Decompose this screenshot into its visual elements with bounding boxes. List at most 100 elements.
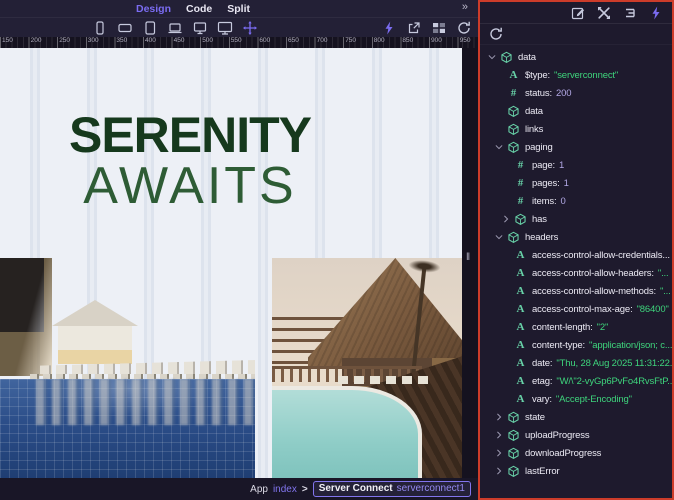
tree-value: "Accept-Encoding" bbox=[556, 394, 632, 405]
desktop-large-icon[interactable] bbox=[217, 20, 233, 36]
tab-code[interactable]: Code bbox=[186, 3, 212, 15]
selected-component-type: Server Connect bbox=[319, 483, 393, 494]
tree-row-access-control-allow-methods[interactable]: Aaccess-control-allow-methods:"... bbox=[480, 282, 672, 300]
canvas-row: SERENITY AWAITS bbox=[0, 48, 478, 478]
data-bindings-panel: dataA$type:"serverconnect"#status:200dat… bbox=[478, 0, 674, 500]
tree-key: content-length: bbox=[532, 322, 593, 333]
object-icon bbox=[513, 213, 528, 226]
chevron-right-icon[interactable] bbox=[492, 412, 506, 422]
chevron-right-icon[interactable] bbox=[492, 430, 506, 440]
phone-portrait-icon[interactable] bbox=[92, 20, 108, 36]
tree-value: "86400" bbox=[637, 304, 669, 315]
chevron-down-icon[interactable] bbox=[492, 232, 506, 242]
ruler-tick-label: 950 bbox=[460, 37, 471, 44]
breadcrumb-separator: > bbox=[302, 484, 308, 495]
foreground-pavilion bbox=[0, 258, 52, 376]
tree-key: content-type: bbox=[532, 340, 585, 351]
object-icon bbox=[506, 105, 521, 118]
string-type-icon: A bbox=[513, 339, 528, 351]
tree-row-etag[interactable]: Aetag:"W/\"2-vyGp6PvFo4RvsFtP... bbox=[480, 372, 672, 390]
string-type-icon: A bbox=[513, 375, 528, 387]
object-icon bbox=[499, 51, 514, 64]
hero-line-serenity: SERENITY bbox=[0, 110, 380, 160]
tree-row-content-type[interactable]: Acontent-type: "application/json; c... bbox=[480, 336, 672, 354]
ruler-tick-label: 600 bbox=[259, 37, 270, 44]
tree-value: 200 bbox=[556, 88, 571, 99]
number-type-icon: # bbox=[513, 195, 528, 207]
tree-key: access-control-allow-credentials... bbox=[532, 250, 670, 261]
tree-row-content-length[interactable]: Acontent-length:"2" bbox=[480, 318, 672, 336]
tree-value: "application/json; c... bbox=[589, 340, 672, 351]
tree-row-pages[interactable]: #pages:1 bbox=[480, 174, 672, 192]
desktop-icon[interactable] bbox=[192, 20, 208, 36]
tab-split[interactable]: Split bbox=[227, 3, 250, 15]
panel-divider: ‖ bbox=[462, 48, 478, 478]
tree-row-items[interactable]: #items:0 bbox=[480, 192, 672, 210]
tab-design[interactable]: Design bbox=[136, 3, 171, 15]
lightning-icon[interactable] bbox=[381, 20, 397, 36]
phone-landscape-icon[interactable] bbox=[117, 20, 133, 36]
tree-key: links bbox=[525, 124, 543, 135]
tree-row-access-control-max-age[interactable]: Aaccess-control-max-age:"86400" bbox=[480, 300, 672, 318]
tablet-icon[interactable] bbox=[142, 20, 158, 36]
tree-key: items: bbox=[532, 196, 556, 207]
chevron-right-icon[interactable] bbox=[492, 466, 506, 476]
divider-drag-handle[interactable]: ‖ bbox=[466, 252, 471, 263]
filter-icon[interactable] bbox=[622, 5, 638, 21]
tree-row-lastError[interactable]: lastError bbox=[480, 462, 672, 480]
grid-blocks-icon[interactable] bbox=[431, 20, 447, 36]
selected-component-badge[interactable]: Server Connect serverconnect1 bbox=[313, 481, 471, 497]
view-mode-bar: Design Code Split » bbox=[0, 0, 478, 17]
laptop-icon[interactable] bbox=[167, 20, 183, 36]
chevron-down-icon[interactable] bbox=[492, 142, 506, 152]
tree-row-$type[interactable]: A$type:"serverconnect" bbox=[480, 66, 672, 84]
hero-heading[interactable]: SERENITY AWAITS bbox=[0, 110, 380, 212]
chevron-down-icon[interactable] bbox=[485, 52, 499, 62]
refresh-icon[interactable] bbox=[488, 26, 504, 42]
tree-row-data[interactable]: data bbox=[480, 102, 672, 120]
tree-value: "serverconnect" bbox=[554, 70, 618, 81]
tree-row-uploadProgress[interactable]: uploadProgress bbox=[480, 426, 672, 444]
ruler-tick-label: 300 bbox=[88, 37, 99, 44]
tree-row-links[interactable]: links bbox=[480, 120, 672, 138]
refresh-icon[interactable] bbox=[456, 20, 472, 36]
object-icon bbox=[506, 141, 521, 154]
resort-pool-dusk-image[interactable] bbox=[0, 258, 255, 478]
tree-row-page[interactable]: #page:1 bbox=[480, 156, 672, 174]
tiled-pool bbox=[0, 379, 255, 478]
tree-row-status[interactable]: #status:200 bbox=[480, 84, 672, 102]
ruler-tick-label: 550 bbox=[231, 37, 242, 44]
curved-pool bbox=[272, 386, 422, 478]
tree-row-vary[interactable]: Avary:"Accept-Encoding" bbox=[480, 390, 672, 408]
beach-bar-sunset-image[interactable] bbox=[272, 258, 462, 478]
breadcrumb-index-link[interactable]: index bbox=[273, 484, 297, 495]
lightning-icon[interactable] bbox=[648, 5, 664, 21]
tree-row-state[interactable]: state bbox=[480, 408, 672, 426]
tree-row-has[interactable]: has bbox=[480, 210, 672, 228]
tree-row-headers[interactable]: headers bbox=[480, 228, 672, 246]
tree-row-paging[interactable]: paging bbox=[480, 138, 672, 156]
edit-icon[interactable] bbox=[570, 5, 586, 21]
ruler-tick-label: 700 bbox=[317, 37, 328, 44]
tree-row-access-control-allow-credentials[interactable]: Aaccess-control-allow-credentials... bbox=[480, 246, 672, 264]
overflow-chevron-icon[interactable]: » bbox=[462, 1, 468, 13]
tree-row-access-control-allow-headers[interactable]: Aaccess-control-allow-headers:"... bbox=[480, 264, 672, 282]
number-type-icon: # bbox=[513, 159, 528, 171]
panel-toolbar bbox=[480, 2, 672, 24]
chevron-right-icon[interactable] bbox=[499, 214, 513, 224]
ruler-tick-label: 350 bbox=[116, 37, 127, 44]
tree-row-data[interactable]: data bbox=[480, 48, 672, 66]
move-icon[interactable] bbox=[242, 20, 258, 36]
object-icon bbox=[506, 123, 521, 136]
ruler-tick-label: 500 bbox=[202, 37, 213, 44]
share-icon[interactable] bbox=[406, 20, 422, 36]
tools-icon[interactable] bbox=[596, 5, 612, 21]
device-size-buttons bbox=[92, 20, 258, 36]
ruler-tick-label: 650 bbox=[288, 37, 299, 44]
tree-key: $type: bbox=[525, 70, 550, 81]
tree-row-date[interactable]: Adate:"Thu, 28 Aug 2025 11:31:22... bbox=[480, 354, 672, 372]
design-canvas[interactable]: SERENITY AWAITS bbox=[0, 48, 462, 478]
object-icon bbox=[506, 447, 521, 460]
chevron-right-icon[interactable] bbox=[492, 448, 506, 458]
tree-row-downloadProgress[interactable]: downloadProgress bbox=[480, 444, 672, 462]
